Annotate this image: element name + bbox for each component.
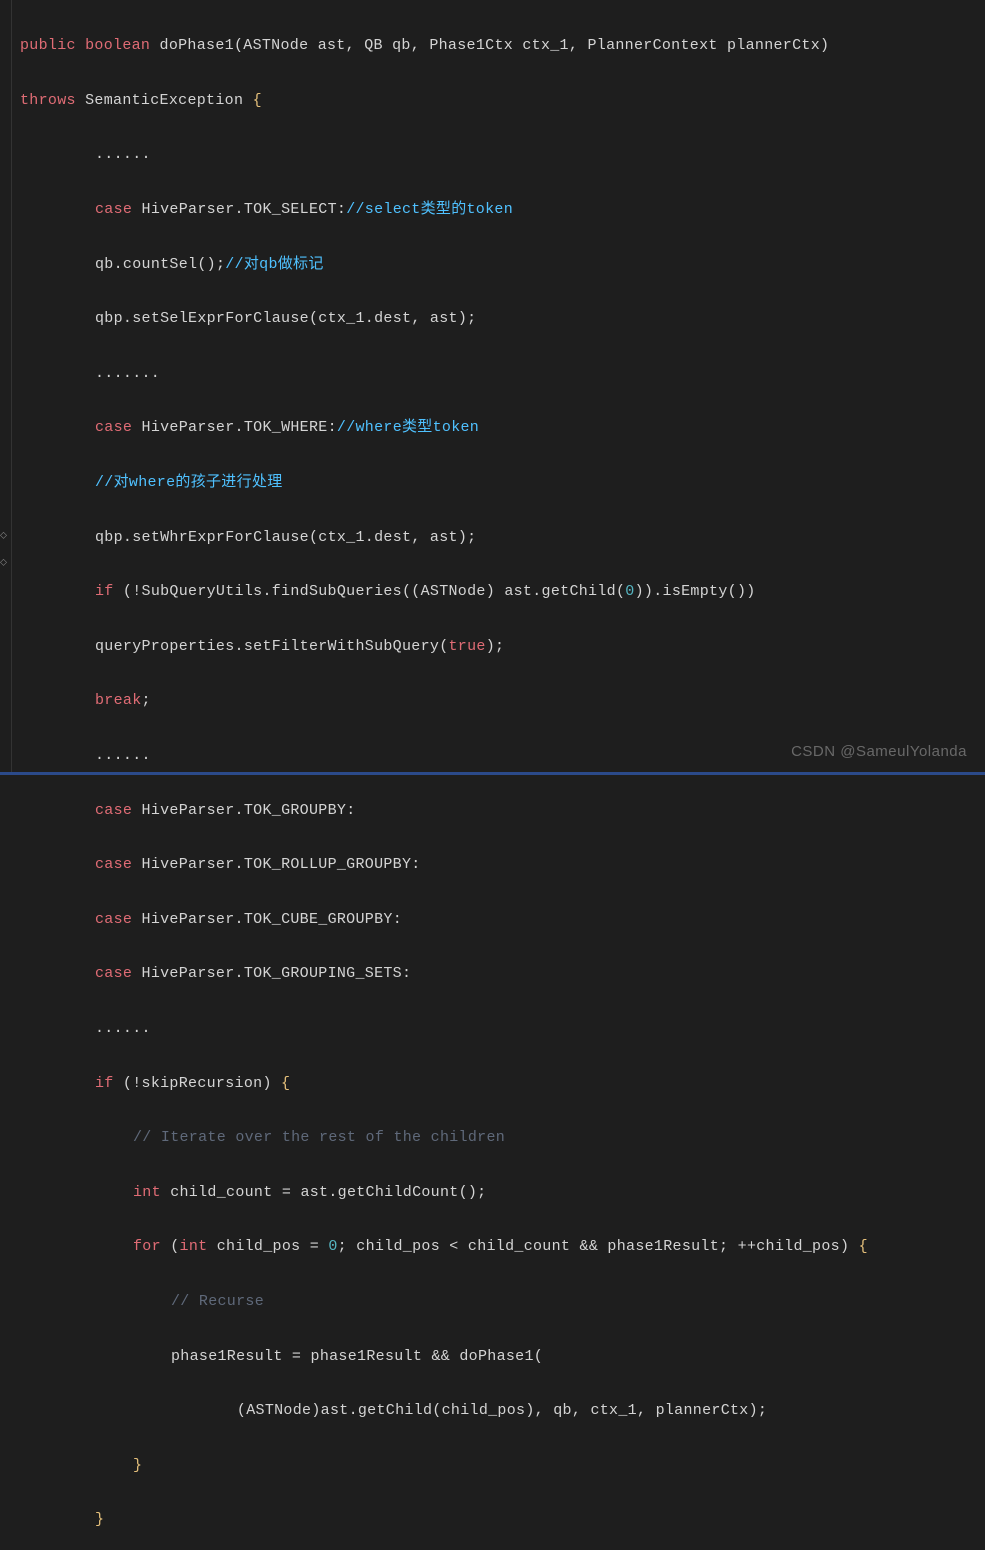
code-editor[interactable]: ⬦ ⬦ public boolean doPhase1(ASTNode ast,… bbox=[0, 0, 985, 775]
code-line: public boolean doPhase1(ASTNode ast, QB … bbox=[20, 32, 977, 59]
code-line: case HiveParser.TOK_ROLLUP_GROUPBY: bbox=[20, 851, 977, 878]
code-line: ....... bbox=[20, 360, 977, 387]
code-line: for (int child_pos = 0; child_pos < chil… bbox=[20, 1233, 977, 1260]
code-line: phase1Result = phase1Result && doPhase1( bbox=[20, 1343, 977, 1370]
code-line: if (!skipRecursion) { bbox=[20, 1070, 977, 1097]
code-line: if (!SubQueryUtils.findSubQueries((ASTNo… bbox=[20, 578, 977, 605]
code-line: (ASTNode)ast.getChild(child_pos), qb, ct… bbox=[20, 1397, 977, 1424]
code-line: //对where的孩子进行处理 bbox=[20, 469, 977, 496]
code-line: case HiveParser.TOK_WHERE://where类型token bbox=[20, 414, 977, 441]
code-line: // Recurse bbox=[20, 1288, 977, 1315]
code-line: queryProperties.setFilterWithSubQuery(tr… bbox=[20, 633, 977, 660]
code-line: case HiveParser.TOK_GROUPING_SETS: bbox=[20, 960, 977, 987]
gutter: ⬦ ⬦ bbox=[0, 0, 12, 775]
code-line: } bbox=[20, 1452, 977, 1479]
code-line: ...... bbox=[20, 141, 977, 168]
code-line: case HiveParser.TOK_SELECT://select类型的to… bbox=[20, 196, 977, 223]
code-line: qbp.setSelExprForClause(ctx_1.dest, ast)… bbox=[20, 305, 977, 332]
code-line: case HiveParser.TOK_CUBE_GROUPBY: bbox=[20, 906, 977, 933]
code-line: ...... bbox=[20, 1015, 977, 1042]
code-line: case HiveParser.TOK_GROUPBY: bbox=[20, 797, 977, 824]
fold-marker-icon[interactable]: ⬦ bbox=[0, 528, 10, 538]
code-line: qb.countSel();//对qb做标记 bbox=[20, 251, 977, 278]
code-content[interactable]: public boolean doPhase1(ASTNode ast, QB … bbox=[12, 0, 985, 775]
code-line: throws SemanticException { bbox=[20, 87, 977, 114]
code-line: // Iterate over the rest of the children bbox=[20, 1124, 977, 1151]
code-line: int child_count = ast.getChildCount(); bbox=[20, 1179, 977, 1206]
code-line: qbp.setWhrExprForClause(ctx_1.dest, ast)… bbox=[20, 524, 977, 551]
fold-marker-icon[interactable]: ⬦ bbox=[0, 555, 10, 565]
watermark-text: CSDN @SameulYolanda bbox=[791, 738, 967, 765]
code-line: } bbox=[20, 1506, 977, 1533]
code-line: break; bbox=[20, 687, 977, 714]
